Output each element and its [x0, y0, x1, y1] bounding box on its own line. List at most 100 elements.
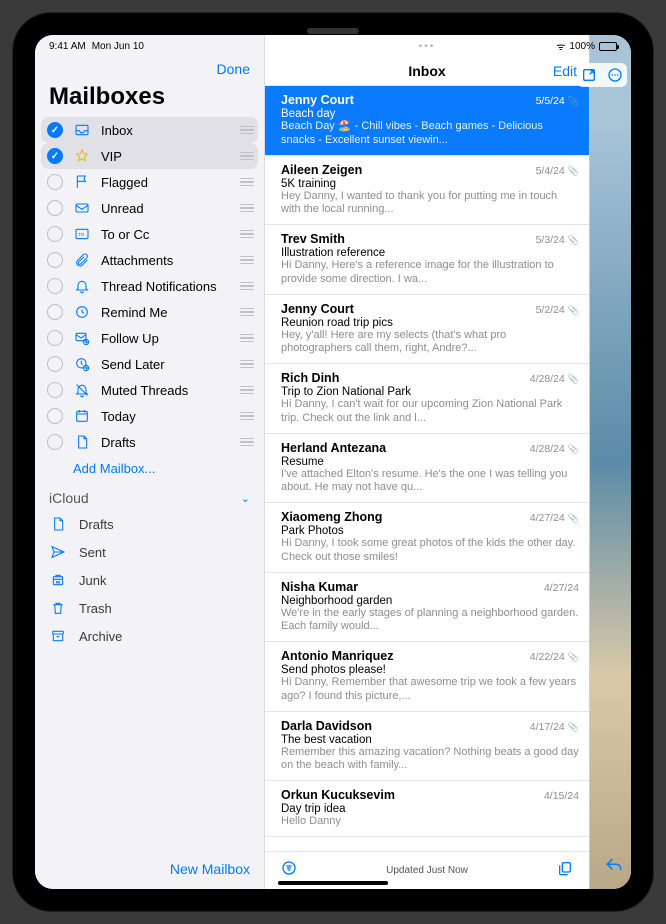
- compose-icon[interactable]: [580, 66, 598, 84]
- message-item[interactable]: Antonio Manriquez 4/22/24📎 Send photos p…: [265, 642, 589, 712]
- message-sender: Rich Dinh: [281, 371, 339, 385]
- account-item-a-drafts[interactable]: Drafts: [35, 510, 264, 538]
- mailbox-checkbox[interactable]: [47, 148, 63, 164]
- trash-icon: [49, 599, 67, 617]
- mailbox-checkbox[interactable]: [47, 356, 63, 372]
- account-section-header[interactable]: iCloud⌄: [35, 486, 264, 510]
- mailbox-item-unread[interactable]: Unread: [35, 195, 264, 221]
- mailbox-checkbox[interactable]: [47, 200, 63, 216]
- message-subject: Reunion road trip pics: [281, 317, 579, 329]
- mailbox-checkbox[interactable]: [47, 278, 63, 294]
- account-item-a-sent[interactable]: Sent: [35, 538, 264, 566]
- paperclip-icon: 📎: [568, 235, 579, 245]
- paperclip-icon: 📎: [568, 722, 579, 732]
- mailbox-label: Today: [101, 409, 230, 424]
- mailbox-item-remind[interactable]: Remind Me: [35, 299, 264, 325]
- message-item[interactable]: Jenny Court 5/5/24📎 Beach day Beach Day …: [265, 86, 589, 156]
- status-time: 9:41 AM: [49, 41, 86, 52]
- message-item[interactable]: Orkun Kucuksevim 4/15/24 Day trip idea H…: [265, 781, 589, 837]
- mailbox-item-flagged[interactable]: Flagged: [35, 169, 264, 195]
- mailbox-list: Inbox VIP Flagged Unread TO To or Cc Att…: [35, 117, 264, 851]
- mailbox-item-today[interactable]: Today: [35, 403, 264, 429]
- wifi-icon: ᯤ: [556, 39, 565, 53]
- mailbox-item-followup[interactable]: Follow Up: [35, 325, 264, 351]
- done-button[interactable]: Done: [217, 61, 250, 77]
- mailbox-checkbox[interactable]: [47, 382, 63, 398]
- message-date: 5/2/24📎: [536, 304, 579, 316]
- message-sender: Xiaomeng Zhong: [281, 510, 382, 524]
- mailbox-item-attachments[interactable]: Attachments: [35, 247, 264, 273]
- status-date: Mon Jun 10: [92, 41, 144, 52]
- mailbox-label: Follow Up: [101, 331, 230, 346]
- mailbox-checkbox[interactable]: [47, 330, 63, 346]
- account-item-a-archive[interactable]: Archive: [35, 622, 264, 650]
- drag-handle-icon[interactable]: [240, 204, 254, 213]
- mailbox-item-vip[interactable]: VIP: [41, 143, 258, 169]
- message-list[interactable]: Jenny Court 5/5/24📎 Beach day Beach Day …: [265, 86, 589, 851]
- message-preview-peek[interactable]: [589, 35, 631, 889]
- mailbox-item-muted[interactable]: Muted Threads: [35, 377, 264, 403]
- account-item-label: Archive: [79, 629, 122, 644]
- message-item[interactable]: Trev Smith 5/3/24📎 Illustration referenc…: [265, 225, 589, 295]
- message-item[interactable]: Jenny Court 5/2/24📎 Reunion road trip pi…: [265, 295, 589, 365]
- mailbox-checkbox[interactable]: [47, 174, 63, 190]
- more-icon[interactable]: [606, 66, 624, 84]
- drag-handle-icon[interactable]: [240, 256, 254, 265]
- drag-handle-icon[interactable]: [240, 360, 254, 369]
- paperclip-icon: 📎: [568, 652, 579, 662]
- flag-icon: [73, 173, 91, 191]
- message-subject: Park Photos: [281, 525, 579, 537]
- edit-button[interactable]: Edit: [553, 63, 577, 79]
- mailbox-item-tocc[interactable]: TO To or Cc: [35, 221, 264, 247]
- mailbox-checkbox[interactable]: [47, 122, 63, 138]
- message-sender: Jenny Court: [281, 302, 354, 316]
- message-subject: The best vacation: [281, 734, 579, 746]
- drag-handle-icon[interactable]: [240, 334, 254, 343]
- drag-handle-icon[interactable]: [240, 152, 254, 161]
- drag-handle-icon[interactable]: [240, 230, 254, 239]
- reply-icon[interactable]: [605, 856, 623, 879]
- message-item[interactable]: Aileen Zeigen 5/4/24📎 5K training Hey Da…: [265, 156, 589, 226]
- mailbox-checkbox[interactable]: [47, 226, 63, 242]
- message-date: 5/3/24📎: [536, 234, 579, 246]
- message-item[interactable]: Herland Antezana 4/28/24📎 Resume I've at…: [265, 434, 589, 504]
- message-subject: Neighborhood garden: [281, 595, 579, 607]
- add-mailbox-button[interactable]: Add Mailbox...: [35, 455, 264, 486]
- message-item[interactable]: Xiaomeng Zhong 4/27/24📎 Park Photos Hi D…: [265, 503, 589, 573]
- drag-handle-icon[interactable]: [240, 308, 254, 317]
- mailbox-item-thread[interactable]: Thread Notifications: [35, 273, 264, 299]
- message-preview: Hey Danny, I wanted to thank you for put…: [281, 190, 579, 218]
- mailbox-item-inbox[interactable]: Inbox: [41, 117, 258, 143]
- account-item-a-junk[interactable]: Junk: [35, 566, 264, 594]
- mailbox-checkbox[interactable]: [47, 252, 63, 268]
- stack-icon[interactable]: [555, 860, 575, 881]
- calendar-icon: [73, 407, 91, 425]
- drag-handle-icon[interactable]: [240, 178, 254, 187]
- mailbox-checkbox[interactable]: [47, 434, 63, 450]
- filter-icon[interactable]: [279, 860, 299, 881]
- drag-handle-icon[interactable]: [240, 282, 254, 291]
- message-item[interactable]: Darla Davidson 4/17/24📎 The best vacatio…: [265, 712, 589, 782]
- mailbox-label: Flagged: [101, 175, 230, 190]
- home-indicator[interactable]: [278, 881, 388, 885]
- new-mailbox-button[interactable]: New Mailbox: [35, 851, 264, 889]
- bell-slash-icon: [73, 381, 91, 399]
- drag-handle-icon[interactable]: [240, 438, 254, 447]
- message-preview: Hello Danny: [281, 815, 579, 829]
- message-item[interactable]: Rich Dinh 4/28/24📎 Trip to Zion National…: [265, 364, 589, 434]
- send-icon: [49, 543, 67, 561]
- drag-handle-icon[interactable]: [240, 386, 254, 395]
- message-date: 4/17/24📎: [530, 721, 579, 733]
- drag-handle-icon[interactable]: [240, 126, 254, 135]
- message-preview: I've attached Elton's resume. He's the o…: [281, 468, 579, 496]
- message-item[interactable]: Nisha Kumar 4/27/24 Neighborhood garden …: [265, 573, 589, 643]
- mailbox-item-sendlater[interactable]: Send Later: [35, 351, 264, 377]
- drag-handle-icon[interactable]: [240, 412, 254, 421]
- mailbox-item-drafts[interactable]: Drafts: [35, 429, 264, 455]
- mailbox-label: Inbox: [101, 123, 230, 138]
- message-date: 5/5/24📎: [536, 95, 579, 107]
- account-item-a-trash[interactable]: Trash: [35, 594, 264, 622]
- mailbox-checkbox[interactable]: [47, 408, 63, 424]
- message-subject: Resume: [281, 456, 579, 468]
- mailbox-checkbox[interactable]: [47, 304, 63, 320]
